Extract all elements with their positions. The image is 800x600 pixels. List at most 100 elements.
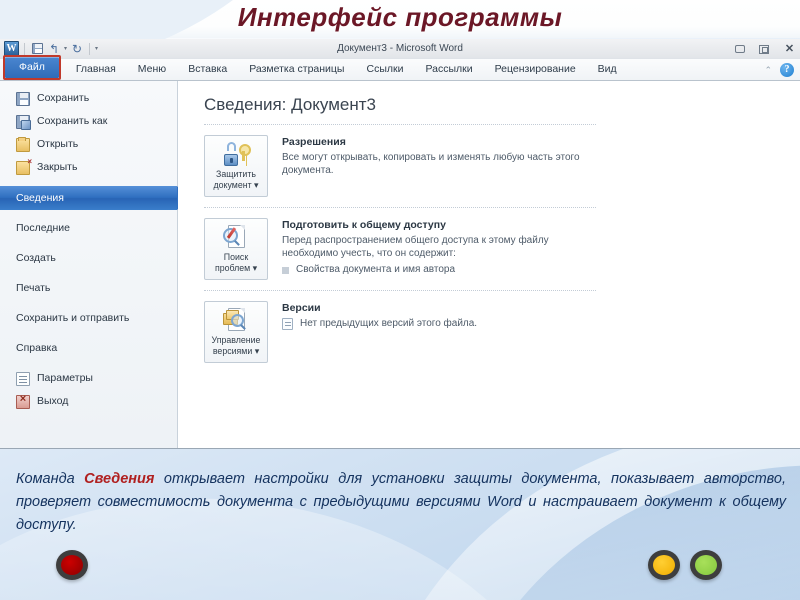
check-for-issues-button[interactable]: Поиск проблем ▾ <box>204 218 268 280</box>
tab-page-layout[interactable]: Разметка страницы <box>238 59 355 80</box>
section-permissions: Защитить документ ▾ Разрешения Все могут… <box>204 135 596 197</box>
sidebar-item-new[interactable]: Создать <box>0 247 177 270</box>
tab-menu[interactable]: Меню <box>127 59 177 80</box>
sidebar-item-exit[interactable]: Выход <box>0 390 177 413</box>
nav-separator-3 <box>0 360 177 367</box>
exit-icon <box>16 395 30 409</box>
protect-document-label-line2: документ ▾ <box>214 180 259 190</box>
nav-home-button[interactable] <box>648 550 680 580</box>
version-file-icon <box>282 318 293 330</box>
tab-view[interactable]: Вид <box>587 59 628 80</box>
backstage-view: Сохранить Сохранить как Открыть Закрыть … <box>0 81 800 448</box>
check-issues-label-line1: Поиск <box>224 252 248 262</box>
section-prepare-for-sharing: Поиск проблем ▾ Подготовить к общему дос… <box>204 218 596 280</box>
sidebar-item-info[interactable]: Сведения <box>0 186 177 210</box>
bullet-label: Свойства документа и имя автора <box>296 264 455 275</box>
sidebar-item-label: Сведения <box>16 193 64 204</box>
ribbon-tab-bar: Файл Главная Меню Вставка Разметка стран… <box>0 59 800 81</box>
word-application-window: W ↰ ▾ ↻ ▾ Документ3 - Microsoft Word ✕ Ф… <box>0 39 800 449</box>
sidebar-item-help[interactable]: Справка <box>0 337 177 360</box>
window-controls: ✕ <box>735 39 796 59</box>
nav-back-button[interactable] <box>56 550 88 580</box>
list-item: Свойства документа и имя автора <box>282 264 596 275</box>
open-folder-icon <box>16 138 30 152</box>
section-heading: Разрешения <box>282 136 596 148</box>
slide-background: Интерфейс программы W ↰ ▾ ↻ ▾ Документ3 … <box>0 0 800 600</box>
sidebar-item-label: Сохранить <box>37 93 89 104</box>
window-titlebar: W ↰ ▾ ↻ ▾ Документ3 - Microsoft Word ✕ <box>0 39 800 59</box>
tab-file[interactable]: Файл <box>5 57 59 78</box>
sidebar-item-label: Сохранить как <box>37 116 107 127</box>
document-title: Документ3 - Microsoft Word <box>0 39 800 59</box>
sidebar-item-open[interactable]: Открыть <box>0 133 177 156</box>
nav-gap-a <box>0 240 177 247</box>
section-heading: Подготовить к общему доступу <box>282 219 596 231</box>
sidebar-item-print[interactable]: Печать <box>0 277 177 300</box>
nav-forward-icon <box>695 555 717 575</box>
nav-gap-b <box>0 270 177 277</box>
section-versions: Управление версиями ▾ Версии Нет предыду… <box>204 301 596 363</box>
tab-insert[interactable]: Вставка <box>177 59 238 80</box>
sidebar-item-label: Выход <box>37 396 68 407</box>
description-part1: Команда <box>16 471 84 487</box>
sidebar-item-label: Параметры <box>37 373 93 384</box>
sidebar-item-options[interactable]: Параметры <box>0 367 177 390</box>
bullet-square-icon <box>282 267 289 274</box>
inspect-document-icon <box>222 224 250 250</box>
pane-title: Сведения: Документ3 <box>204 95 596 115</box>
sidebar-item-close[interactable]: Закрыть <box>0 156 177 179</box>
version-note: Нет предыдущих версий этого файла. <box>300 317 477 330</box>
manage-versions-label-line2: версиями ▾ <box>213 346 259 356</box>
section-text: Все могут открывать, копировать и изменя… <box>282 151 596 177</box>
manage-versions-label-line1: Управление <box>212 335 261 345</box>
restore-icon[interactable] <box>759 45 769 54</box>
nav-separator-2 <box>0 210 177 217</box>
sidebar-item-label: Печать <box>16 283 50 294</box>
divider-3 <box>204 290 596 291</box>
sidebar-item-label: Последние <box>16 223 70 234</box>
lock-and-key-icon <box>222 141 250 167</box>
sidebar-item-recent[interactable]: Последние <box>0 217 177 240</box>
nav-gap-d <box>0 330 177 337</box>
close-folder-icon <box>16 161 30 175</box>
help-icon[interactable]: ? <box>780 63 794 77</box>
description-highlight: Сведения <box>84 471 154 487</box>
check-issues-label-line2: проблем ▾ <box>215 263 257 273</box>
section-text: Перед распространением общего доступа к … <box>282 234 596 260</box>
save-as-icon <box>16 115 30 129</box>
nav-separator-1 <box>0 179 177 186</box>
sidebar-item-label: Справка <box>16 343 57 354</box>
tab-review[interactable]: Рецензирование <box>484 59 587 80</box>
save-icon <box>16 92 30 106</box>
backstage-content-pane: Сведения: Документ3 Защитить <box>178 81 800 448</box>
collapse-ribbon-icon[interactable]: ⌃ <box>764 65 772 76</box>
backstage-nav: Сохранить Сохранить как Открыть Закрыть … <box>0 81 178 448</box>
minimize-icon[interactable] <box>735 45 745 53</box>
divider-2 <box>204 207 596 208</box>
file-tab-highlight-box: Файл <box>3 55 61 80</box>
sidebar-item-label: Сохранить и отправить <box>16 313 129 324</box>
manage-versions-button[interactable]: Управление версиями ▾ <box>204 301 268 363</box>
nav-forward-button[interactable] <box>690 550 722 580</box>
tab-home[interactable]: Главная <box>65 59 127 80</box>
sidebar-item-label: Открыть <box>37 139 78 150</box>
nav-gap-c <box>0 300 177 307</box>
options-icon <box>16 372 30 386</box>
tab-mailings[interactable]: Рассылки <box>414 59 483 80</box>
manage-versions-icon <box>222 307 250 333</box>
sidebar-item-save[interactable]: Сохранить <box>0 87 177 110</box>
protect-document-button[interactable]: Защитить документ ▾ <box>204 135 268 197</box>
divider-1 <box>204 124 596 125</box>
version-note-row: Нет предыдущих версий этого файла. <box>282 317 596 330</box>
sidebar-item-label: Создать <box>16 253 56 264</box>
sidebar-item-save-as[interactable]: Сохранить как <box>0 110 177 133</box>
close-icon[interactable]: ✕ <box>783 44 796 55</box>
ribbon-right-controls: ⌃ ? <box>764 63 794 77</box>
section-heading: Версии <box>282 302 596 314</box>
nav-home-icon <box>653 555 675 575</box>
nav-back-icon <box>61 555 83 575</box>
tab-references[interactable]: Ссылки <box>355 59 414 80</box>
sidebar-item-label: Закрыть <box>37 162 77 173</box>
sidebar-item-save-and-send[interactable]: Сохранить и отправить <box>0 307 177 330</box>
protect-document-label-line1: Защитить <box>216 169 256 179</box>
